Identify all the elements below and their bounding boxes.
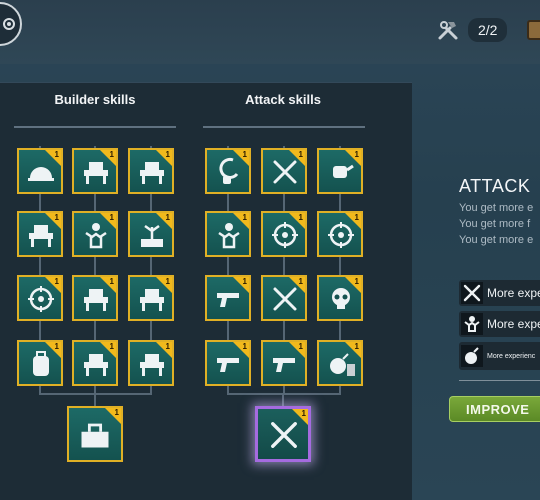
skill-level: 1 bbox=[54, 213, 59, 222]
attack-skill[interactable]: 1 bbox=[261, 211, 307, 257]
skill-level: 1 bbox=[165, 150, 170, 159]
top-bar: 2/2 bbox=[0, 0, 540, 64]
skill-level: 1 bbox=[354, 150, 359, 159]
builder-skill[interactable]: 1 bbox=[17, 211, 63, 257]
skill-level: 1 bbox=[109, 213, 114, 222]
builder-skill[interactable]: 1 bbox=[128, 275, 174, 321]
attack-skill[interactable]: 1 bbox=[205, 148, 251, 194]
skill-description-line: You get more e bbox=[459, 202, 534, 214]
settings-button[interactable] bbox=[0, 2, 22, 46]
skill-description-line: You get more f bbox=[459, 218, 531, 230]
tree-connector bbox=[339, 194, 341, 211]
skill-level: 1 bbox=[298, 342, 303, 351]
reward-text: More experienc bbox=[487, 352, 536, 360]
skill-level: 1 bbox=[165, 342, 170, 351]
skill-level: 1 bbox=[54, 277, 59, 286]
builder-skill[interactable]: 1 bbox=[72, 340, 118, 386]
reward-text: More expe bbox=[487, 317, 540, 331]
tree-connector bbox=[227, 194, 229, 211]
tree-connector bbox=[282, 393, 284, 406]
attack-skill[interactable]: 1 bbox=[261, 148, 307, 194]
skill-level: 1 bbox=[242, 277, 247, 286]
builder-skills-divider bbox=[14, 126, 176, 128]
tree-connector bbox=[150, 321, 152, 340]
skill-description-line: You get more e bbox=[459, 234, 534, 246]
skill-level: 1 bbox=[354, 342, 359, 351]
crossed-knives-icon bbox=[461, 282, 483, 304]
reward-row: More experienc bbox=[459, 342, 540, 370]
builder-skill[interactable]: 1 bbox=[128, 211, 174, 257]
tree-connector bbox=[150, 257, 152, 275]
attack-skill[interactable]: 1 bbox=[317, 211, 363, 257]
tree-connector bbox=[227, 321, 229, 340]
builder-skill[interactable]: 1 bbox=[72, 275, 118, 321]
builder-skill[interactable]: 1 bbox=[17, 275, 63, 321]
skill-level: 1 bbox=[165, 277, 170, 286]
bomb-icon bbox=[461, 345, 483, 367]
reward-text: More expe bbox=[487, 286, 540, 300]
tree-connector bbox=[94, 257, 96, 275]
info-divider bbox=[459, 380, 540, 381]
hammer-wrench-icon bbox=[438, 21, 458, 40]
tree-connector bbox=[39, 257, 41, 275]
builder-skills-title: Builder skills bbox=[54, 92, 136, 107]
attack-skill[interactable]: 1 bbox=[317, 148, 363, 194]
reward-row: More expe bbox=[459, 280, 540, 306]
attack-skill[interactable]: 1 bbox=[317, 340, 363, 386]
skill-level: 1 bbox=[298, 213, 303, 222]
tree-connector bbox=[283, 257, 285, 275]
skill-level: 1 bbox=[54, 342, 59, 351]
improve-button[interactable]: IMPROVE bbox=[449, 396, 540, 422]
tree-connector bbox=[150, 194, 152, 211]
skill-level: 1 bbox=[298, 150, 303, 159]
tree-connector bbox=[283, 194, 285, 211]
gear-icon bbox=[3, 18, 15, 30]
builder-skill[interactable]: 1 bbox=[128, 148, 174, 194]
attack-skills-title: Attack skills bbox=[245, 92, 321, 107]
builders-counter[interactable]: 2/2 bbox=[436, 18, 508, 42]
builder-skill[interactable]: 1 bbox=[17, 148, 63, 194]
skill-title: ATTACK bbox=[459, 176, 531, 196]
tree-connector bbox=[94, 321, 96, 340]
tree-connector bbox=[39, 194, 41, 211]
skill-level: 1 bbox=[242, 150, 247, 159]
tree-connector bbox=[94, 393, 96, 406]
skill-level: 1 bbox=[114, 408, 119, 417]
skill-level: 1 bbox=[354, 213, 359, 222]
skill-level: 1 bbox=[109, 342, 114, 351]
builder-final-skill[interactable]: 1 bbox=[67, 406, 123, 462]
skill-level: 1 bbox=[54, 150, 59, 159]
skill-level: 1 bbox=[109, 150, 114, 159]
tree-connector bbox=[227, 393, 341, 395]
builder-skill[interactable]: 1 bbox=[72, 211, 118, 257]
attack-skill[interactable]: 1 bbox=[261, 275, 307, 321]
skill-level: 1 bbox=[242, 213, 247, 222]
builder-skill[interactable]: 1 bbox=[128, 340, 174, 386]
builders-count: 2/2 bbox=[468, 18, 508, 42]
attack-skill[interactable]: 1 bbox=[205, 211, 251, 257]
reward-row: More expe bbox=[459, 311, 540, 337]
skill-level: 1 bbox=[165, 213, 170, 222]
attack-skill[interactable]: 1 bbox=[261, 340, 307, 386]
attack-final-skill[interactable]: 1 bbox=[255, 406, 311, 462]
tree-connector bbox=[94, 194, 96, 211]
tree-connector bbox=[39, 321, 41, 340]
tree-connector bbox=[227, 257, 229, 275]
skill-level: 1 bbox=[109, 277, 114, 286]
tree-connector bbox=[339, 257, 341, 275]
attack-skill[interactable]: 1 bbox=[205, 340, 251, 386]
attack-skill[interactable]: 1 bbox=[317, 275, 363, 321]
attack-skill[interactable]: 1 bbox=[205, 275, 251, 321]
skill-level: 1 bbox=[354, 277, 359, 286]
skill-level: 1 bbox=[301, 409, 306, 418]
chest-icon[interactable] bbox=[527, 20, 540, 40]
tree-connector bbox=[339, 321, 341, 340]
strong-man-icon bbox=[461, 313, 483, 335]
builder-skill[interactable]: 1 bbox=[72, 148, 118, 194]
skill-level: 1 bbox=[298, 277, 303, 286]
builder-skill[interactable]: 1 bbox=[17, 340, 63, 386]
skill-level: 1 bbox=[242, 342, 247, 351]
tree-connector bbox=[283, 321, 285, 340]
attack-skills-divider bbox=[203, 126, 365, 128]
